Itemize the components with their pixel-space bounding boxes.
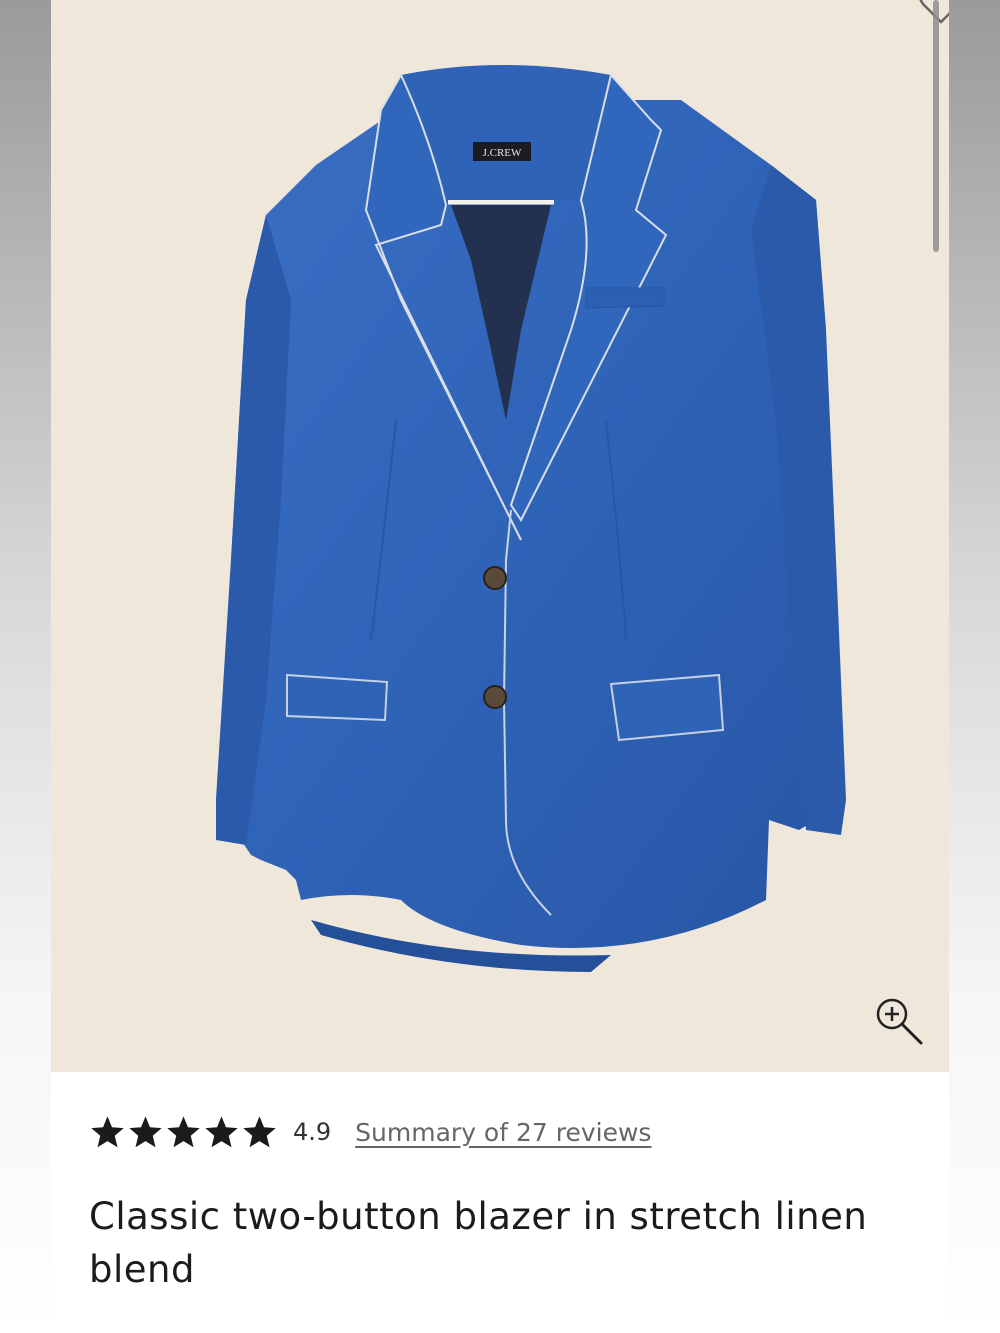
product-info: 4.9 Summary of 27 reviews Classic two-bu… <box>51 1072 949 1333</box>
star-rating <box>89 1114 278 1151</box>
reviews-summary-link[interactable]: Summary of 27 reviews <box>355 1118 651 1147</box>
scrollbar[interactable] <box>933 0 939 252</box>
blazer-photo: J.CREW <box>216 65 846 972</box>
heart-outline-icon[interactable] <box>911 0 949 26</box>
product-title: Classic two-button blazer in stretch lin… <box>89 1195 868 1291</box>
product-image[interactable]: J.CREW <box>51 0 949 1072</box>
rating-row: 4.9 Summary of 27 reviews <box>89 1110 651 1154</box>
star-icon <box>205 1115 238 1147</box>
right-backdrop <box>949 0 1000 1333</box>
star-icon <box>167 1115 200 1147</box>
star-icon <box>129 1115 162 1147</box>
star-icon <box>91 1115 124 1147</box>
zoom-in-icon[interactable] <box>869 992 929 1052</box>
rating-value: 4.9 <box>293 1118 332 1146</box>
brand-label: J.CREW <box>483 147 522 159</box>
left-backdrop <box>0 0 51 1333</box>
star-icon <box>243 1115 276 1147</box>
